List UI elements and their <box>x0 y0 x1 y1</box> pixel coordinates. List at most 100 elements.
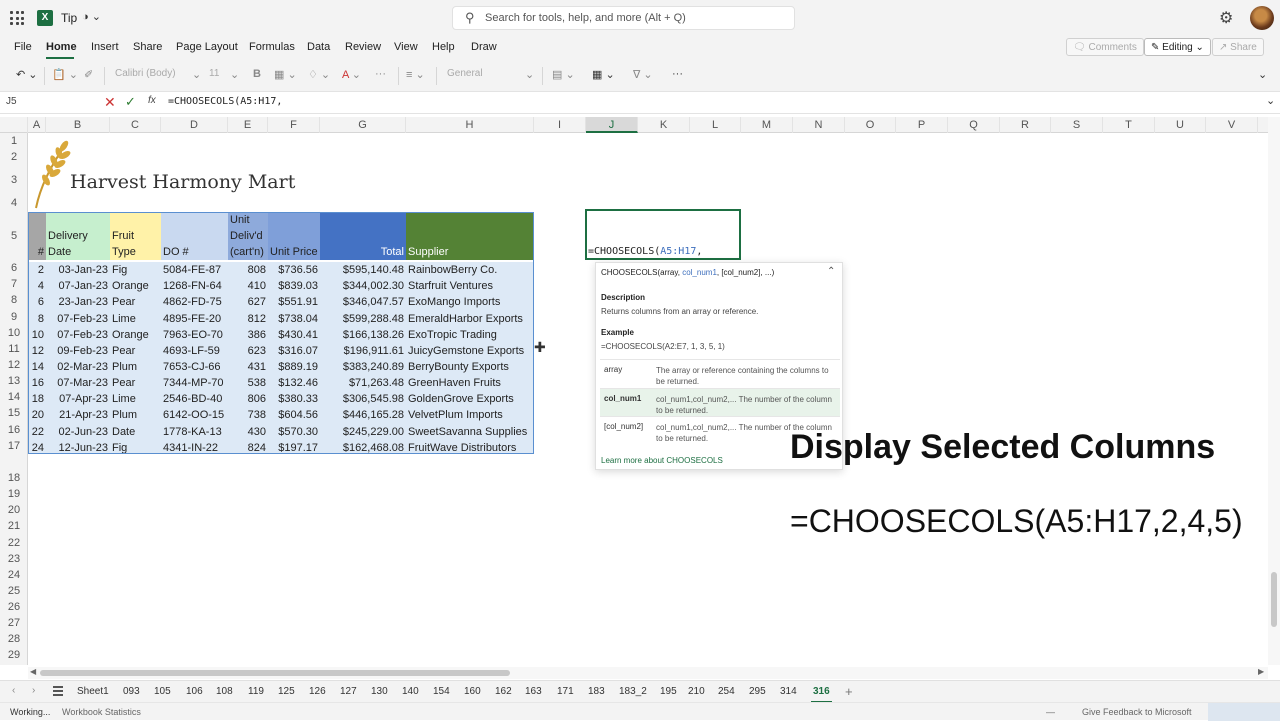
row-header[interactable]: 5 <box>0 230 28 242</box>
prev-sheet-icon[interactable]: ‹ <box>12 685 15 696</box>
settings-gear-icon[interactable]: ⚙ <box>1219 8 1233 28</box>
sheet-tab[interactable]: 314 <box>780 686 797 697</box>
sheet-tab[interactable]: 125 <box>278 686 295 697</box>
sheet-tab[interactable]: 183_2 <box>619 686 647 697</box>
fill-color-icon[interactable]: ♢ ⌄ <box>308 68 330 81</box>
row-header[interactable]: 14 <box>0 391 28 403</box>
row-header[interactable]: 24 <box>0 569 28 581</box>
document-status-icon[interactable]: ◑ ⌄ <box>82 10 101 23</box>
column-header[interactable]: M <box>741 117 793 133</box>
sheet-tab[interactable]: 183 <box>588 686 605 697</box>
tab-insert[interactable]: Insert <box>91 41 119 53</box>
chevron-down-icon[interactable]: ⌄ <box>230 68 239 81</box>
sheet-tab[interactable]: 106 <box>186 686 203 697</box>
column-header-active[interactable]: J <box>586 117 638 133</box>
column-header[interactable]: R <box>1000 117 1051 133</box>
column-header[interactable]: H <box>406 117 534 133</box>
sheet-tab[interactable]: 119 <box>248 686 264 697</box>
row-header[interactable]: 13 <box>0 375 28 387</box>
font-size-select[interactable]: 11 <box>209 68 219 84</box>
row-header[interactable]: 16 <box>0 424 28 436</box>
column-header[interactable]: O <box>845 117 896 133</box>
number-format-select[interactable]: General <box>447 68 483 84</box>
sheet-tab[interactable]: 140 <box>402 686 419 697</box>
ribbon-collapse-chevron-icon[interactable]: ⌄ <box>1258 68 1267 81</box>
chevron-down-icon[interactable]: ⌄ <box>525 68 534 81</box>
scrollbar-thumb[interactable] <box>40 670 510 676</box>
row-header[interactable]: 10 <box>0 327 28 339</box>
sheet-tab[interactable]: 210 <box>688 686 705 697</box>
row-header[interactable]: 27 <box>0 617 28 629</box>
row-header[interactable]: 9 <box>0 311 28 323</box>
row-header[interactable]: 29 <box>0 649 28 661</box>
column-header[interactable]: A <box>28 117 46 133</box>
column-header[interactable]: P <box>896 117 948 133</box>
app-launcher-icon[interactable] <box>10 11 24 25</box>
active-cell-formula[interactable]: =CHOOSECOLS(A5:H17, <box>588 246 702 257</box>
confirm-formula-icon[interactable]: ✓ <box>125 94 136 110</box>
column-header[interactable]: C <box>110 117 161 133</box>
row-header[interactable]: 6 <box>0 262 28 274</box>
column-header[interactable]: F <box>268 117 320 133</box>
row-header[interactable]: 28 <box>0 633 28 645</box>
sort-filter-icon[interactable]: ∇ ⌄ <box>633 68 653 81</box>
row-header[interactable]: 4 <box>0 197 28 209</box>
column-header[interactable]: U <box>1155 117 1206 133</box>
column-header[interactable]: T <box>1103 117 1155 133</box>
scrollbar-thumb[interactable] <box>1271 572 1277 627</box>
row-header[interactable]: 2 <box>0 151 28 163</box>
vertical-scrollbar[interactable] <box>1268 117 1280 665</box>
row-header[interactable]: 21 <box>0 520 28 532</box>
formula-input[interactable]: =CHOOSECOLS(A5:H17, <box>168 96 282 107</box>
tab-review[interactable]: Review <box>345 41 381 53</box>
sheet-tab[interactable]: 108 <box>216 686 233 697</box>
tab-file[interactable]: File <box>14 41 32 53</box>
row-header[interactable]: 8 <box>0 294 28 306</box>
conditional-format-icon[interactable]: ▤ ⌄ <box>552 68 575 81</box>
search-box[interactable]: ⚲ Search for tools, help, and more (Alt … <box>452 6 795 30</box>
scroll-right-icon[interactable]: ▶ <box>1258 667 1264 676</box>
sheet-tab[interactable]: 154 <box>433 686 450 697</box>
horizontal-scrollbar[interactable]: ◀ ▶ <box>28 667 1268 679</box>
tab-data[interactable]: Data <box>307 41 330 53</box>
collapse-tooltip-chevron-icon[interactable]: ⌃ <box>827 266 835 277</box>
column-header[interactable]: K <box>638 117 690 133</box>
scroll-left-icon[interactable]: ◀ <box>30 667 36 676</box>
tab-page-layout[interactable]: Page Layout <box>176 41 238 53</box>
column-header[interactable]: G <box>320 117 406 133</box>
row-header[interactable]: 15 <box>0 407 28 419</box>
column-header[interactable]: Q <box>948 117 1000 133</box>
sheet-tab[interactable]: Sheet1 <box>77 686 109 697</box>
tab-help[interactable]: Help <box>432 41 455 53</box>
column-header[interactable]: L <box>690 117 741 133</box>
share-button[interactable]: ↗ Share <box>1212 38 1264 56</box>
name-box[interactable]: J5 <box>6 96 17 107</box>
cancel-formula-icon[interactable]: ✕ <box>104 94 116 111</box>
sheet-tab[interactable]: 163 <box>525 686 542 697</box>
tab-formulas[interactable]: Formulas <box>249 41 295 53</box>
sheet-tab[interactable]: 295 <box>749 686 766 697</box>
paste-icon[interactable]: 📋 ⌄ <box>52 68 78 81</box>
more-font-options-button[interactable]: ··· <box>375 68 386 80</box>
sheet-tab[interactable]: 127 <box>340 686 357 697</box>
column-header[interactable]: D <box>161 117 228 133</box>
sheet-tab[interactable]: 130 <box>371 686 388 697</box>
chevron-down-icon[interactable]: ⌄ <box>192 68 201 81</box>
row-header[interactable]: 26 <box>0 601 28 613</box>
sheet-tab[interactable]: 171 <box>557 686 574 697</box>
column-header[interactable]: E <box>228 117 268 133</box>
font-name-select[interactable]: Calibri (Body) <box>115 68 176 84</box>
row-header[interactable]: 7 <box>0 278 28 290</box>
row-header[interactable]: 1 <box>0 135 28 147</box>
document-title[interactable]: Tip <box>61 11 77 25</box>
sheet-tab[interactable]: 254 <box>718 686 735 697</box>
sheet-tab[interactable]: 093 <box>123 686 140 697</box>
row-header[interactable]: 12 <box>0 359 28 371</box>
select-all-corner[interactable] <box>0 117 28 133</box>
tab-home[interactable]: Home <box>46 41 77 53</box>
active-cell-j5[interactable]: =CHOOSECOLS(A5:H17, <box>585 209 741 260</box>
row-header[interactable]: 18 <box>0 472 28 484</box>
all-sheets-menu-icon[interactable] <box>53 686 63 696</box>
user-avatar[interactable] <box>1250 6 1274 30</box>
row-header[interactable]: 19 <box>0 488 28 500</box>
